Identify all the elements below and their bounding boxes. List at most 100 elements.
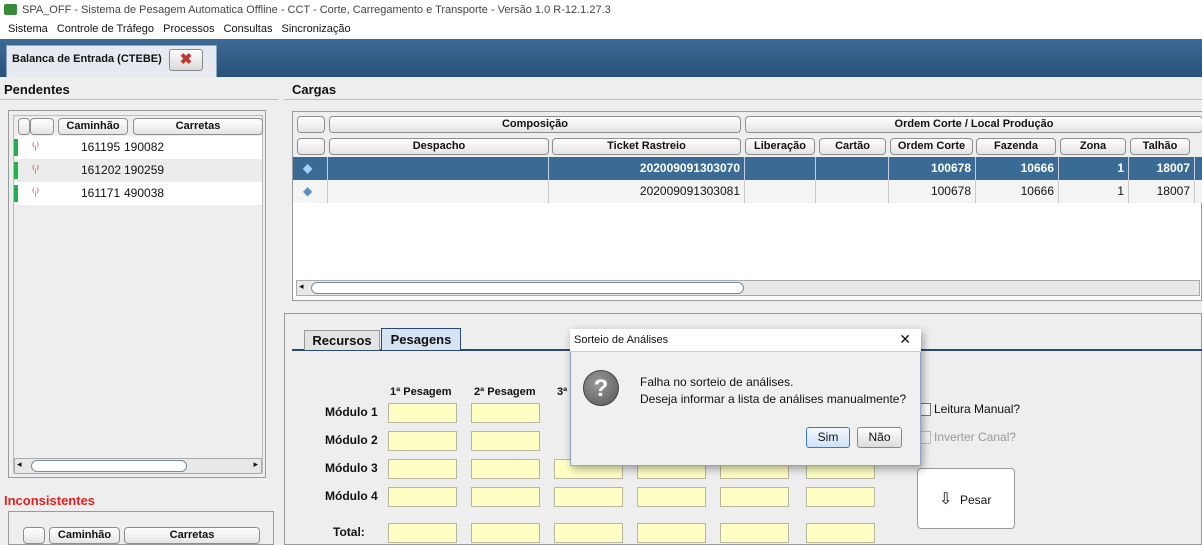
- menu-consultas[interactable]: Consultas: [224, 23, 273, 35]
- col-header-3a-pesagem: 3ª: [557, 386, 568, 398]
- table-row[interactable]: ◆ 202009091303081 100678 10666 1 18007: [293, 180, 1202, 203]
- total-input[interactable]: [806, 523, 875, 543]
- col-header-carretas[interactable]: Carretas: [133, 118, 263, 135]
- col-header-blank2[interactable]: [297, 138, 325, 155]
- scroll-left-icon[interactable]: ◂: [17, 459, 22, 470]
- status-bar: [14, 185, 18, 202]
- table-row[interactable]: ⁽ᵢ⁾ 161195 190082: [14, 136, 262, 159]
- row-marker-icon: ◆: [293, 180, 328, 203]
- weight-input[interactable]: [388, 403, 457, 423]
- cell-carretas: 190259: [124, 163, 165, 177]
- pesar-button[interactable]: ⇩ Pesar: [917, 468, 1015, 529]
- col-header-ordem-corte[interactable]: Ordem Corte: [890, 138, 973, 155]
- weight-input[interactable]: [471, 431, 540, 451]
- tab-recursos[interactable]: Recursos: [304, 330, 380, 350]
- inconsistentes-title: Inconsistentes: [4, 493, 96, 508]
- cell-despacho: [328, 157, 549, 180]
- cell-cartao: [816, 180, 889, 203]
- cell-fazenda: 10666: [976, 157, 1059, 180]
- total-input[interactable]: [388, 523, 457, 543]
- weight-input[interactable]: [471, 403, 540, 423]
- inverter-canal-label: Inverter Canal?: [934, 430, 1017, 444]
- inc-col-header-caminhao[interactable]: Caminhão: [49, 527, 120, 544]
- col-header-fazenda[interactable]: Fazenda: [976, 138, 1056, 155]
- col-header-cartao[interactable]: Cartão: [819, 138, 886, 155]
- col-header-caminhao[interactable]: Caminhão: [58, 118, 128, 135]
- cell-carretas: 190082: [124, 140, 165, 154]
- menu-controle-trafego[interactable]: Controle de Tráfego: [57, 23, 154, 35]
- group-header-composicao[interactable]: Composição: [329, 116, 741, 133]
- col-header-talhao[interactable]: Talhão: [1130, 138, 1190, 155]
- app-icon: [4, 4, 17, 15]
- question-icon: ?: [583, 370, 619, 406]
- cell-ordem-corte: 100678: [889, 157, 976, 180]
- tab-close-icon[interactable]: ✖: [169, 49, 203, 71]
- menu-processos[interactable]: Processos: [163, 23, 214, 35]
- scroll-thumb[interactable]: [311, 282, 744, 294]
- weight-input[interactable]: [388, 459, 457, 479]
- tab-pesagens[interactable]: Pesagens: [381, 328, 461, 350]
- col-header-2a-pesagem: 2ª Pesagem: [474, 386, 536, 398]
- menu-bar: Sistema Controle de Tráfego Processos Co…: [0, 20, 1202, 39]
- label-modulo-1: Módulo 1: [325, 405, 378, 419]
- total-input[interactable]: [720, 523, 789, 543]
- col-header-blank[interactable]: [297, 116, 325, 133]
- col-header-despacho[interactable]: Despacho: [329, 138, 549, 155]
- cell-cartao: [816, 157, 889, 180]
- cargas-hscrollbar[interactable]: ◂: [296, 280, 1200, 296]
- cell-talhao: 18007: [1129, 157, 1195, 180]
- scroll-left-icon[interactable]: ◂: [299, 281, 304, 292]
- group-header-ordem-corte[interactable]: Ordem Corte / Local Produção: [745, 116, 1202, 133]
- cell-ticket: 202009091303070: [549, 157, 745, 180]
- weight-input[interactable]: [554, 487, 623, 507]
- cell-fazenda: 10666: [976, 180, 1059, 203]
- signal-icon: ⁽ᵢ⁾: [32, 164, 40, 176]
- total-input[interactable]: [554, 523, 623, 543]
- inc-col-header-carretas[interactable]: Carretas: [124, 527, 260, 544]
- menu-sistema[interactable]: Sistema: [8, 23, 48, 35]
- col-header-blank[interactable]: [18, 118, 30, 135]
- inc-col-header-blank[interactable]: [23, 527, 45, 544]
- cell-liberacao: [745, 180, 816, 203]
- weight-input[interactable]: [388, 487, 457, 507]
- col-header-liberacao[interactable]: Liberação: [745, 138, 815, 155]
- cell-caminhao: 161202: [81, 163, 122, 177]
- weight-input[interactable]: [471, 459, 540, 479]
- nao-button[interactable]: Não: [857, 427, 902, 448]
- cell-carretas: 490038: [124, 186, 165, 200]
- dialog-title-bar: Sorteio de Análises ✕: [570, 329, 921, 352]
- signal-icon: ⁽ᵢ⁾: [32, 187, 40, 199]
- download-arrow-icon: ⇩: [939, 491, 953, 508]
- dialog-message-line2: Deseja informar a lista de análises manu…: [640, 392, 907, 406]
- table-row[interactable]: ⁽ᵢ⁾ 161171 490038: [14, 182, 262, 205]
- cargas-table: Composição Ordem Corte / Local Produção …: [292, 111, 1202, 301]
- weight-input[interactable]: [471, 487, 540, 507]
- weight-input[interactable]: [637, 487, 706, 507]
- tab-label: Balanca de Entrada (CTEBE): [12, 53, 162, 65]
- total-input[interactable]: [471, 523, 540, 543]
- menu-sincronizacao[interactable]: Sincronização: [282, 23, 351, 35]
- label-total: Total:: [333, 525, 365, 539]
- weight-input[interactable]: [388, 431, 457, 451]
- pendentes-hscrollbar[interactable]: ◂ ▸: [14, 458, 262, 474]
- pesar-label: Pesar: [960, 493, 992, 507]
- weight-input[interactable]: [720, 487, 789, 507]
- label-modulo-2: Módulo 2: [325, 433, 378, 447]
- dialog-title: Sorteio de Análises: [574, 334, 669, 346]
- cargas-title: Cargas: [292, 82, 337, 97]
- divider: [284, 99, 1202, 100]
- table-row[interactable]: ⁽ᵢ⁾ 161202 190259: [14, 159, 262, 182]
- leitura-manual-label: Leitura Manual?: [934, 402, 1021, 416]
- status-bar: [14, 162, 18, 179]
- scroll-right-icon[interactable]: ▸: [253, 459, 258, 470]
- col-header-zona[interactable]: Zona: [1060, 138, 1126, 155]
- sim-button[interactable]: Sim: [806, 427, 850, 448]
- scroll-thumb[interactable]: [31, 460, 187, 472]
- dialog-close-icon[interactable]: ✕: [899, 331, 911, 348]
- weight-input[interactable]: [806, 487, 875, 507]
- cell-caminhao: 161195: [81, 140, 121, 154]
- table-row-selected[interactable]: ◆ 202009091303070 100678 10666 1 18007: [293, 157, 1202, 180]
- col-header-ticket[interactable]: Ticket Rastreio: [552, 138, 741, 155]
- col-header-icon[interactable]: [30, 118, 54, 135]
- total-input[interactable]: [637, 523, 706, 543]
